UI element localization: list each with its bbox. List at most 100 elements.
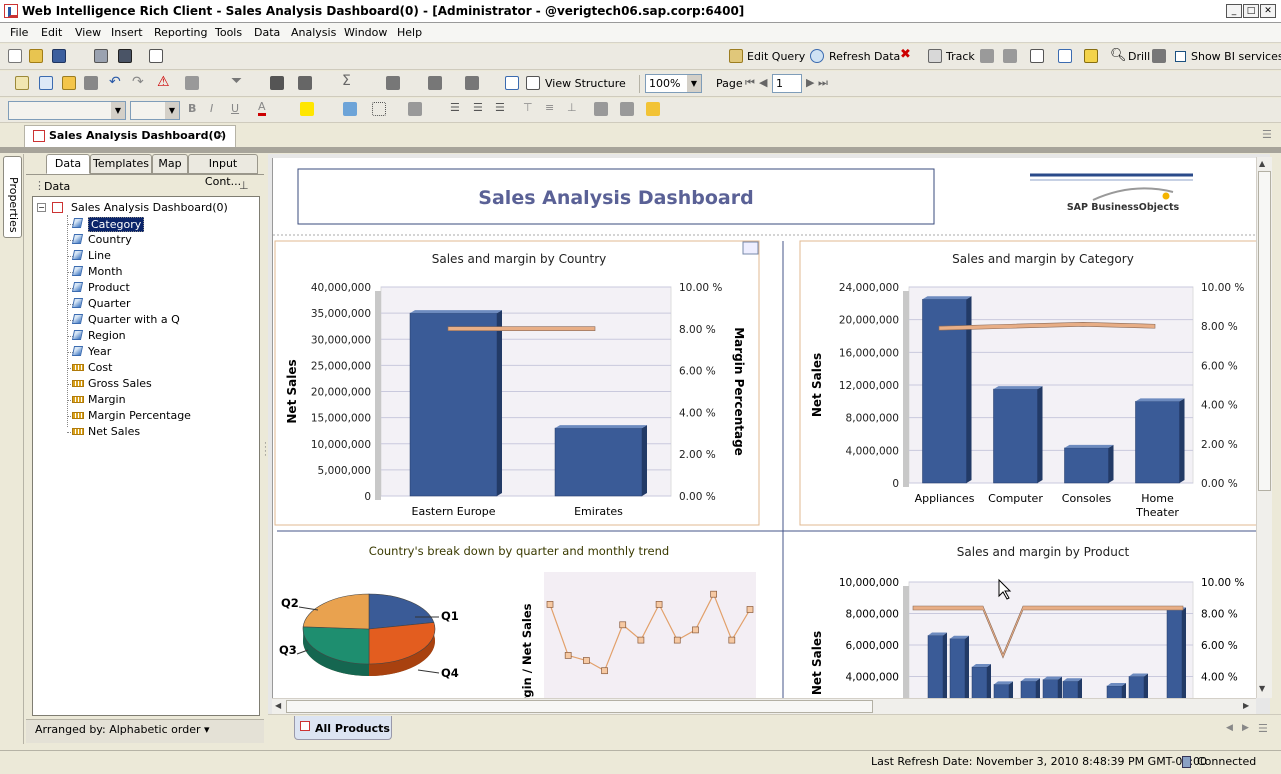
- menu-help[interactable]: Help: [397, 26, 422, 39]
- menu-window[interactable]: Window: [344, 26, 387, 39]
- undo-icon[interactable]: ↶: [109, 74, 121, 90]
- filter-bar-icon[interactable]: [1084, 49, 1098, 63]
- tree-item-quarter-with-q[interactable]: Quarter with a Q: [88, 313, 180, 326]
- redo-icon[interactable]: ↷: [132, 74, 144, 90]
- view-mode-icon[interactable]: [149, 49, 163, 63]
- tree-item-month[interactable]: Month: [88, 265, 122, 278]
- menu-insert[interactable]: Insert: [111, 26, 143, 39]
- align-middle-icon[interactable]: ≡: [545, 101, 554, 114]
- bold-icon[interactable]: B: [188, 102, 196, 115]
- next-report-icon[interactable]: ▶: [1242, 723, 1249, 733]
- show-bi-services-checkbox[interactable]: [1175, 51, 1186, 62]
- sum-icon[interactable]: Σ: [342, 73, 351, 89]
- previous-page-icon[interactable]: ◀: [759, 76, 767, 89]
- tab-input-controls[interactable]: Input Cont...: [188, 154, 258, 188]
- tab-templates[interactable]: Templates: [90, 154, 152, 174]
- copy-icon[interactable]: [505, 76, 519, 90]
- align-bottom-icon[interactable]: ⊥: [567, 101, 577, 114]
- document-tab[interactable]: Sales Analysis Dashboard(0) ×: [24, 125, 236, 147]
- tree-root[interactable]: Sales Analysis Dashboard(0): [71, 201, 228, 214]
- menu-analysis[interactable]: Analysis: [291, 26, 336, 39]
- underline-icon[interactable]: U: [231, 102, 239, 115]
- track-button[interactable]: Track: [946, 50, 975, 63]
- insert-table-icon[interactable]: [15, 76, 29, 90]
- break-icon[interactable]: [270, 76, 284, 90]
- outline-icon[interactable]: [1030, 49, 1044, 63]
- tree-item-product[interactable]: Product: [88, 281, 130, 294]
- variable-icon[interactable]: [62, 76, 76, 90]
- chevron-down-icon[interactable]: ▼: [687, 75, 701, 92]
- open-folder-icon[interactable]: [29, 49, 43, 63]
- tree-item-quarter[interactable]: Quarter: [88, 297, 131, 310]
- scroll-up-icon[interactable]: ▲: [1259, 159, 1265, 168]
- drill-button[interactable]: Drill: [1128, 50, 1150, 63]
- menu-edit[interactable]: Edit: [41, 26, 62, 39]
- track-options-icon[interactable]: [1003, 49, 1017, 63]
- link-icon[interactable]: [465, 76, 479, 90]
- scroll-down-icon[interactable]: ▼: [1259, 684, 1265, 693]
- print-icon[interactable]: [94, 49, 108, 63]
- pin-icon[interactable]: ⊥: [239, 179, 249, 192]
- menu-reporting[interactable]: Reporting: [154, 26, 207, 39]
- cell-icon[interactable]: [386, 76, 400, 90]
- filter-icon[interactable]: ⏷: [231, 73, 242, 89]
- save-icon[interactable]: [52, 49, 66, 63]
- font-color-icon[interactable]: A: [258, 101, 266, 116]
- merge-icon[interactable]: [620, 102, 634, 116]
- horizontal-scroll-thumb[interactable]: [286, 700, 873, 713]
- properties-side-tab[interactable]: Properties: [3, 156, 22, 238]
- tree-item-category[interactable]: Category: [88, 217, 145, 232]
- chart-menu-icon[interactable]: [742, 241, 759, 255]
- menu-tools[interactable]: Tools: [215, 26, 242, 39]
- horizontal-scrollbar[interactable]: ◀ ▶: [272, 698, 1256, 714]
- close-tab-icon[interactable]: ×: [215, 128, 224, 141]
- edit-query-button[interactable]: Edit Query: [747, 50, 805, 63]
- alerter-icon[interactable]: ⚠: [157, 74, 170, 90]
- minimize-button[interactable]: _: [1226, 4, 1242, 18]
- refresh-data-button[interactable]: Refresh Data: [829, 50, 900, 63]
- tab-map[interactable]: Map: [152, 154, 188, 174]
- maximize-button[interactable]: □: [1243, 4, 1259, 18]
- chevron-down-icon[interactable]: ▼: [111, 102, 125, 119]
- next-page-icon[interactable]: ▶: [806, 76, 814, 89]
- page-input[interactable]: 1: [772, 74, 802, 93]
- vertical-scrollbar[interactable]: ▲ ▼: [1256, 157, 1272, 698]
- menu-view[interactable]: View: [75, 26, 101, 39]
- align-left-icon[interactable]: ☰: [450, 101, 460, 114]
- font-name-select[interactable]: ▼: [8, 101, 126, 120]
- edit-query-icon[interactable]: [729, 49, 743, 63]
- new-document-icon[interactable]: [8, 49, 22, 63]
- tree-item-year[interactable]: Year: [88, 345, 111, 358]
- line-style-icon[interactable]: [408, 102, 422, 116]
- menu-file[interactable]: File: [10, 26, 28, 39]
- drill-magnifier-icon[interactable]: 🔍︎: [1110, 48, 1127, 63]
- sort-icon[interactable]: [298, 76, 312, 90]
- zoom-select[interactable]: 100% ▼: [645, 74, 702, 93]
- collapse-icon[interactable]: −: [37, 203, 46, 212]
- italic-icon[interactable]: I: [210, 102, 213, 115]
- chevron-down-icon[interactable]: ▼: [165, 102, 179, 119]
- view-structure-button[interactable]: View Structure: [545, 77, 626, 90]
- wrap-text-icon[interactable]: [594, 102, 608, 116]
- first-page-icon[interactable]: ⏮: [745, 76, 755, 90]
- arrange-by-dropdown[interactable]: Arranged by: Alphabetic order ▾: [35, 723, 210, 736]
- align-right-icon[interactable]: ☰: [495, 101, 505, 114]
- prev-report-icon[interactable]: ◀: [1226, 723, 1233, 733]
- last-page-icon[interactable]: ⏭: [818, 76, 828, 90]
- fill-color-icon[interactable]: [300, 102, 314, 116]
- tree-item-net-sales[interactable]: Net Sales: [88, 425, 140, 438]
- report-list-icon[interactable]: ☰: [1258, 722, 1268, 735]
- tab-data[interactable]: Data: [46, 154, 90, 174]
- vertical-scroll-thumb[interactable]: [1258, 171, 1271, 491]
- scroll-right-icon[interactable]: ▶: [1243, 701, 1249, 710]
- tree-item-margin[interactable]: Margin: [88, 393, 126, 406]
- tree-item-margin-percentage[interactable]: Margin Percentage: [88, 409, 191, 422]
- tree-item-line[interactable]: Line: [88, 249, 111, 262]
- view-structure-icon[interactable]: [526, 76, 540, 90]
- snapshot-icon[interactable]: [1152, 49, 1166, 63]
- align-icon[interactable]: [428, 76, 442, 90]
- formula-icon[interactable]: [39, 76, 53, 90]
- find-binoculars-icon[interactable]: [118, 49, 132, 63]
- borders-icon[interactable]: [343, 102, 357, 116]
- report-tab-all-products[interactable]: All Products: [294, 716, 392, 740]
